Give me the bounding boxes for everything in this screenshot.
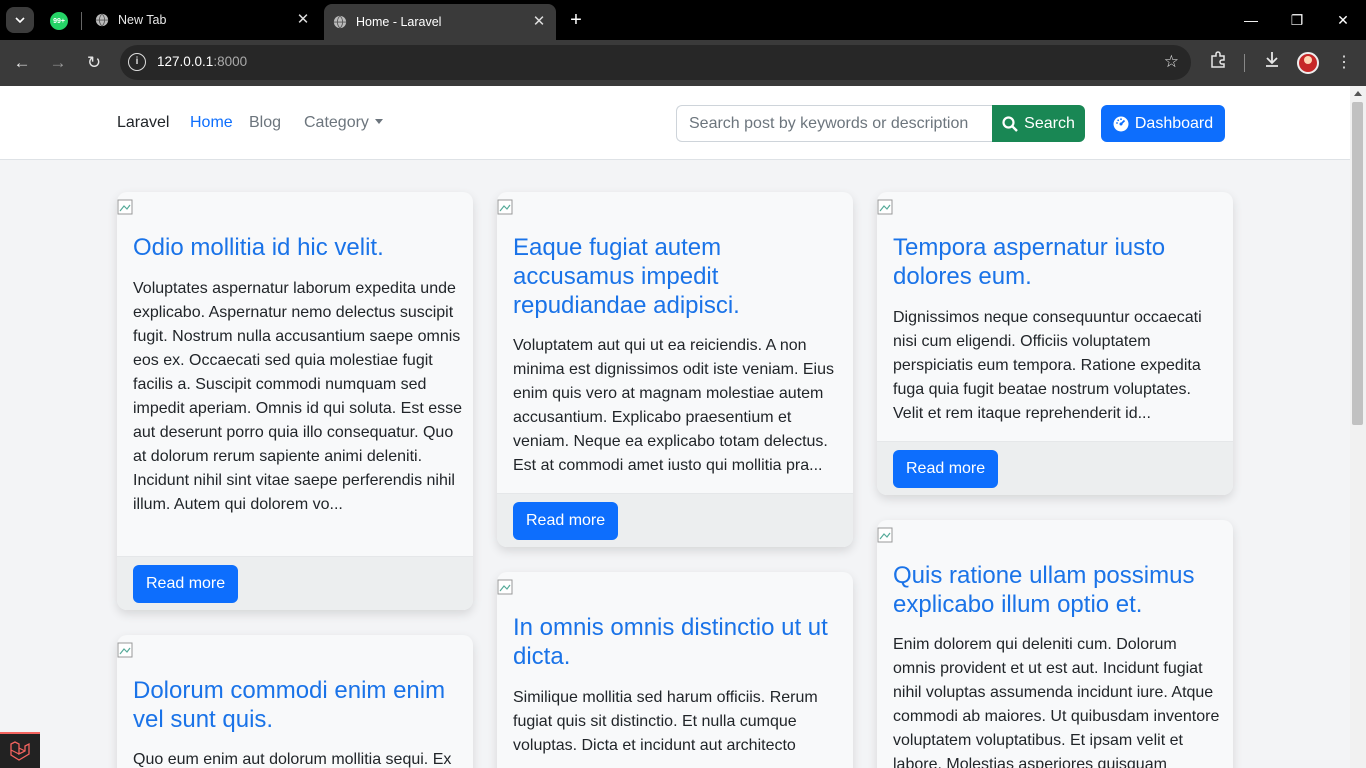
- dashboard-button[interactable]: Dashboard: [1101, 105, 1225, 142]
- pinned-tab-whatsapp[interactable]: 99+: [48, 10, 70, 32]
- post-excerpt: Voluptates aspernatur laborum expedita u…: [133, 280, 463, 513]
- close-icon[interactable]: ✕: [531, 14, 547, 30]
- gauge-icon: [1113, 116, 1129, 132]
- post-card: Eaque fugiat autem accusamus impedit rep…: [497, 192, 853, 547]
- post-title[interactable]: Quis ratione ullam possimus explicabo il…: [893, 561, 1213, 619]
- search-input[interactable]: [676, 105, 993, 142]
- globe-icon: [333, 15, 347, 29]
- card-footer: Read more: [117, 556, 473, 610]
- post-title[interactable]: Eaque fugiat autem accusamus impedit rep…: [513, 233, 833, 320]
- dashboard-button-label: Dashboard: [1134, 114, 1214, 132]
- post-excerpt: Voluptatem aut qui ut ea reiciendis. A n…: [513, 337, 835, 474]
- nav-link-blog[interactable]: Blog: [249, 114, 281, 132]
- post-excerpt: Enim dolorem qui deleniti cum. Dolorum o…: [893, 636, 1220, 768]
- download-arrow-icon: [1266, 52, 1278, 67]
- nav-link-home[interactable]: Home: [190, 114, 233, 132]
- navbar-brand[interactable]: Laravel: [117, 114, 169, 132]
- broken-image-icon: [877, 527, 893, 543]
- post-excerpt: Similique mollitia sed harum officiis. R…: [513, 689, 818, 754]
- more-menu-icon[interactable]: ⋮: [1332, 51, 1356, 75]
- forward-icon[interactable]: →: [46, 51, 70, 75]
- url-port: :8000: [213, 54, 248, 69]
- post-excerpt: Quo eum enim aut dolorum mollitia sequi.…: [133, 751, 452, 768]
- tab-new-tab[interactable]: New Tab ✕: [90, 0, 320, 40]
- extensions-icon[interactable]: [1206, 51, 1230, 75]
- page-viewport: Laravel Home Blog Category Search Dashbo…: [0, 86, 1350, 768]
- post-excerpt: Dignissimos neque consequuntur occaecati…: [893, 309, 1202, 422]
- puzzle-icon: [1211, 51, 1225, 68]
- url-text: 127.0.0.1:8000: [157, 54, 247, 69]
- card-footer: Read more: [497, 493, 853, 547]
- broken-image-icon: [117, 642, 133, 658]
- read-more-button[interactable]: Read more: [133, 565, 239, 603]
- post-card: In omnis omnis distinctio ut ut dicta. S…: [497, 572, 853, 768]
- laravel-logo-icon: [10, 741, 30, 761]
- tab-home-laravel[interactable]: Home - Laravel ✕: [324, 4, 556, 40]
- download-icon[interactable]: [1260, 51, 1284, 75]
- reload-icon[interactable]: ↻: [82, 51, 106, 75]
- toolbar-separator: [1244, 54, 1245, 72]
- broken-image-icon: [497, 199, 513, 215]
- post-card: Tempora aspernatur iusto dolores eum. Di…: [877, 192, 1233, 495]
- post-card: Dolorum commodi enim enim vel sunt quis.…: [117, 635, 473, 768]
- minimize-icon[interactable]: —: [1239, 8, 1263, 32]
- url-host: 127.0.0.1: [157, 54, 214, 69]
- read-more-button[interactable]: Read more: [513, 502, 619, 540]
- tab-search-button[interactable]: [6, 7, 34, 33]
- caret-down-icon: [374, 119, 383, 124]
- broken-image-icon: [497, 579, 513, 595]
- broken-image-icon: [877, 199, 893, 215]
- search-button-label: Search: [1024, 114, 1075, 132]
- broken-image-icon: [117, 199, 133, 215]
- search-icon: [1002, 115, 1018, 132]
- read-more-button[interactable]: Read more: [893, 450, 999, 488]
- nav-category-label: Category: [304, 114, 369, 131]
- post-title[interactable]: Dolorum commodi enim enim vel sunt quis.: [133, 676, 453, 734]
- new-tab-button[interactable]: +: [566, 9, 586, 31]
- bookmark-star-icon[interactable]: ☆: [1164, 52, 1179, 72]
- card-footer: Read more: [877, 441, 1233, 495]
- post-title[interactable]: In omnis omnis distinctio ut ut dicta.: [513, 613, 833, 671]
- scrollbar-thumb[interactable]: [1352, 102, 1363, 425]
- globe-icon: [95, 13, 109, 27]
- tab-separator: [81, 12, 82, 30]
- browser-tab-bar: 99+ New Tab ✕ Home - Laravel ✕ + — ❐ ✕: [0, 0, 1366, 40]
- chevron-down-icon: [15, 17, 25, 23]
- laravel-debugbar-toggle[interactable]: [0, 732, 40, 768]
- browser-toolbar: ← → ↻ i 127.0.0.1:8000 ☆ ⋮: [0, 40, 1366, 86]
- site-navbar: Laravel Home Blog Category Search Dashbo…: [0, 86, 1350, 160]
- close-icon[interactable]: ✕: [295, 12, 311, 28]
- post-card: Quis ratione ullam possimus explicabo il…: [877, 520, 1233, 768]
- whatsapp-icon: 99+: [50, 12, 68, 30]
- post-title[interactable]: Odio mollitia id hic velit.: [133, 233, 453, 262]
- profile-avatar[interactable]: [1297, 52, 1319, 74]
- page-scrollbar[interactable]: [1350, 86, 1366, 768]
- scroll-up-icon[interactable]: [1354, 91, 1362, 96]
- nav-dropdown-category[interactable]: Category: [304, 114, 383, 132]
- tab-title: New Tab: [118, 13, 167, 27]
- address-bar[interactable]: i 127.0.0.1:8000 ☆: [120, 45, 1191, 80]
- site-info-icon[interactable]: i: [128, 53, 146, 71]
- back-icon[interactable]: ←: [10, 51, 34, 75]
- post-title[interactable]: Tempora aspernatur iusto dolores eum.: [893, 233, 1213, 291]
- restore-icon[interactable]: ❐: [1285, 8, 1309, 32]
- post-card: Odio mollitia id hic velit. Voluptates a…: [117, 192, 473, 610]
- close-window-icon[interactable]: ✕: [1331, 8, 1355, 32]
- search-button[interactable]: Search: [992, 105, 1085, 142]
- tab-title: Home - Laravel: [356, 15, 442, 29]
